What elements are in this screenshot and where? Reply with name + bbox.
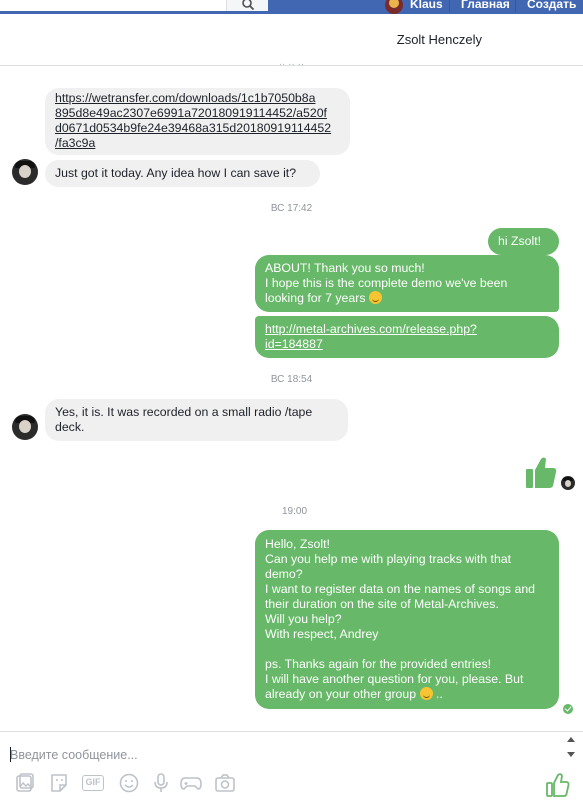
incoming-message-link[interactable]: https://wetransfer.com/downloads/1c1b705… [45,88,350,155]
global-search-input[interactable] [0,0,230,11]
like-icon[interactable] [545,772,571,798]
search-button[interactable] [226,0,268,11]
composer-scrollbar[interactable] [564,732,578,762]
sticker-icon[interactable] [48,772,70,794]
top-navigation-bar: Klaus Главная Создать [0,0,583,14]
profile-link[interactable]: Klaus [410,0,443,11]
incoming-message[interactable]: Just got it today. Any idea how I can sa… [45,160,320,187]
clipped-timestamp: ·· ·· ·· [278,59,305,70]
smiling-emoji-icon [419,687,433,700]
conversation-title[interactable]: Zsolt Henczely [0,32,583,47]
contact-avatar[interactable] [12,159,38,185]
emoji-icon[interactable] [118,772,140,794]
contact-avatar[interactable] [12,414,38,440]
gif-icon: GIF [82,775,104,791]
search-icon [242,0,255,11]
text-caret [10,747,11,762]
camera-icon[interactable] [214,772,236,794]
outgoing-message[interactable]: Hello, Zsolt! Can you help me with playi… [255,530,559,709]
outgoing-message-link[interactable]: http://metal-archives.com/release.php? i… [255,316,559,358]
incoming-message[interactable]: Yes, it is. It was recorded on a small r… [45,399,348,441]
message-composer: GIF [0,731,583,800]
outgoing-message[interactable]: ABOUT! Thank you so much! I hope this is… [255,255,559,312]
image-icon[interactable] [14,772,36,794]
scroll-down-arrow-icon[interactable] [567,752,575,757]
thumbs-up-icon[interactable] [524,455,558,491]
wetransfer-link[interactable]: https://wetransfer.com/downloads/1c1b705… [55,91,340,151]
delivered-check-icon [563,704,573,714]
timestamp: 19:00 [282,506,308,517]
timestamp: ВС 17:42 [270,203,313,214]
nav-divider [515,0,516,12]
timestamp: ВС 18:54 [270,374,313,385]
user-avatar[interactable] [385,0,403,14]
seen-avatar [561,476,575,490]
smiling-emoji-icon [368,291,382,304]
microphone-icon[interactable] [150,772,172,794]
home-link[interactable]: Главная [461,0,510,11]
message-input[interactable] [10,746,550,764]
outgoing-message[interactable]: hi Zsolt! [488,228,559,255]
message-thread[interactable]: ·· ·· ·· https://wetransfer.com/download… [0,59,583,735]
create-link[interactable]: Создать [527,0,576,11]
metal-archives-link[interactable]: http://metal-archives.com/release.php? i… [265,322,549,352]
scroll-up-arrow-icon[interactable] [567,737,575,742]
nav-divider [449,0,450,12]
gamepad-icon[interactable] [180,772,202,794]
gif-button[interactable]: GIF [82,772,104,794]
